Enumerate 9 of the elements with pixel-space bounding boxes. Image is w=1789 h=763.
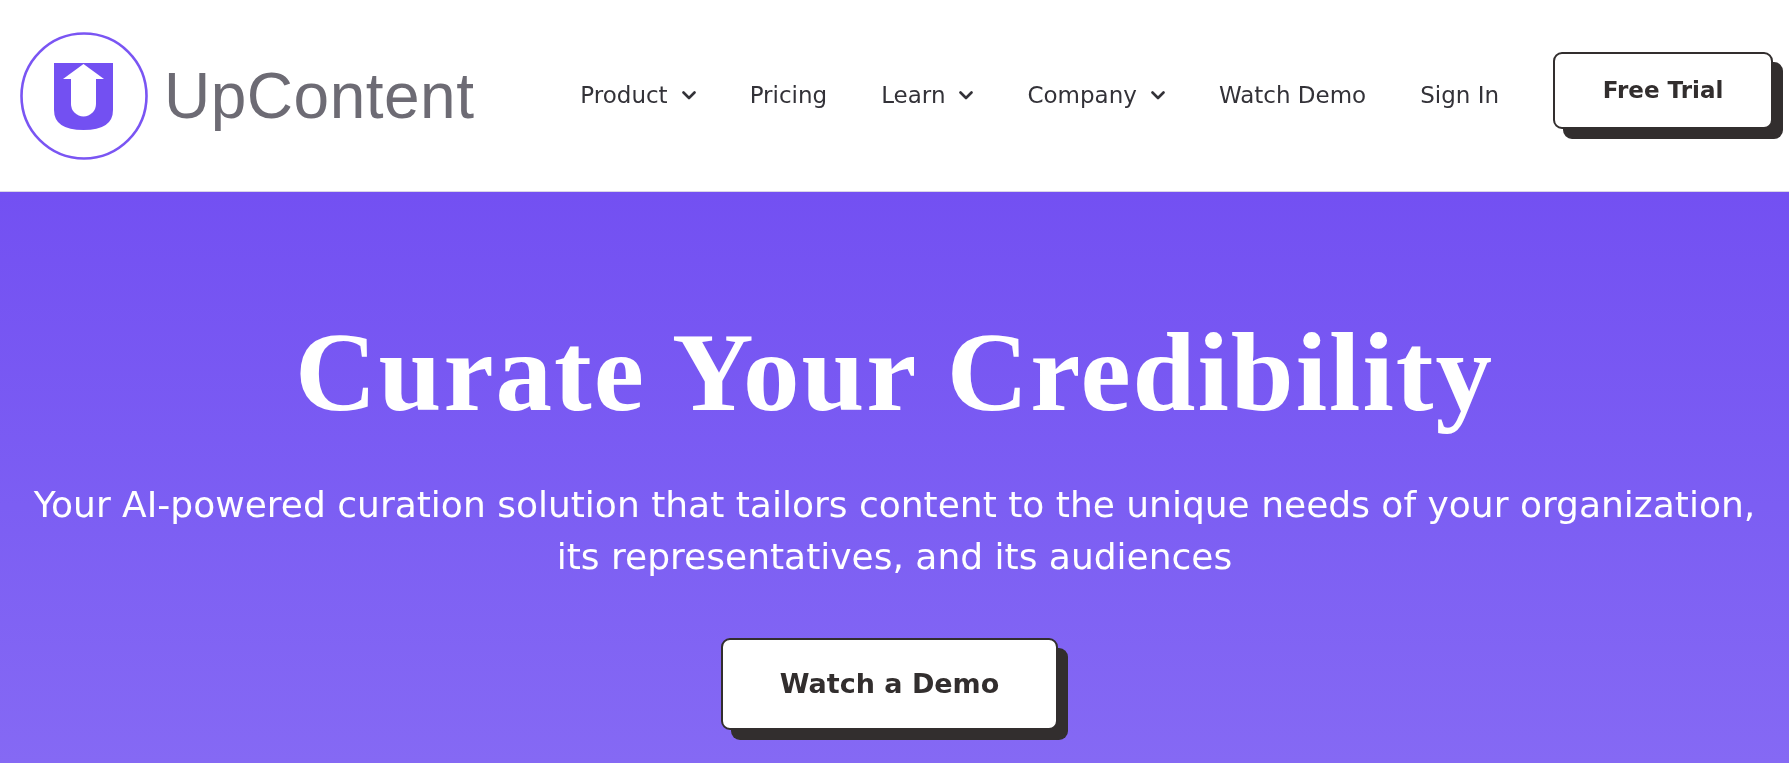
nav-link[interactable]: Company — [1027, 78, 1165, 113]
nav-link[interactable]: Learn — [881, 78, 974, 113]
nav-link[interactable]: Pricing — [749, 78, 828, 113]
logo-icon[interactable] — [20, 31, 148, 160]
nav-link[interactable]: Watch Demo — [1218, 78, 1367, 113]
nav-link[interactable]: Sign In — [1420, 78, 1499, 113]
hero-headline: Curate Your Credibility — [294, 310, 1495, 433]
hero-subtitle: Your AI-powered curation solution that tailors content to the unique needs of your organization, its representatives, and its audiences — [32, 483, 1757, 579]
nav-link[interactable]: Product — [580, 78, 696, 113]
